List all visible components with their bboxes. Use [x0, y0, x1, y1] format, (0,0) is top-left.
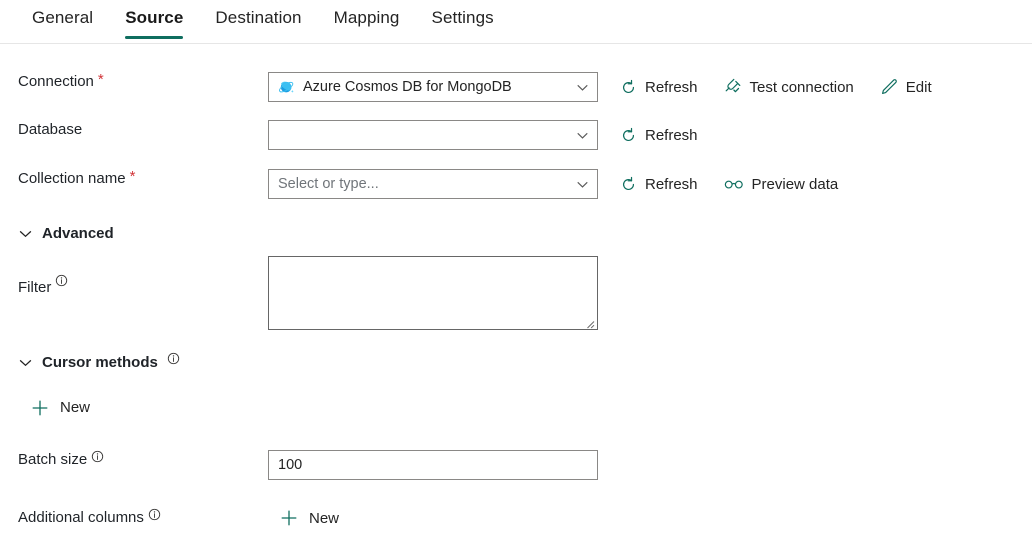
additional-columns-label: Additional columns: [0, 508, 268, 528]
collection-name-row: Collection name * Select or type... Refr…: [0, 169, 1032, 199]
chevron-down-icon: [576, 81, 589, 94]
database-row: Database Refresh: [0, 120, 1032, 150]
plus-icon: [279, 508, 299, 528]
pencil-icon: [880, 78, 898, 96]
connection-refresh-label: Refresh: [645, 78, 698, 96]
collection-name-label-text: Collection name: [18, 170, 126, 187]
connection-control: Azure Cosmos DB for MongoDB Refresh Test…: [268, 72, 1032, 102]
cursor-methods-new-container: New: [0, 398, 268, 418]
cursor-methods-section-header[interactable]: Cursor methods: [0, 352, 1032, 371]
chevron-down-icon: [18, 226, 33, 241]
filter-textarea[interactable]: [268, 256, 598, 330]
chevron-down-icon: [18, 355, 33, 370]
test-connection-button[interactable]: Test connection: [724, 78, 854, 96]
plus-icon: [30, 398, 50, 418]
database-control: Refresh: [268, 120, 1032, 150]
filter-label: Filter: [0, 256, 268, 298]
batch-size-row: Batch size 100: [0, 450, 1032, 480]
resize-grip-icon[interactable]: [583, 316, 595, 329]
cursor-methods-new-row: New: [0, 398, 1032, 424]
additional-columns-new-button[interactable]: New: [279, 508, 339, 528]
connection-actions: Refresh Test connection Edit: [620, 72, 932, 102]
advanced-section-header[interactable]: Advanced: [0, 225, 1032, 242]
connection-dropdown[interactable]: Azure Cosmos DB for MongoDB: [268, 72, 598, 102]
refresh-icon: [620, 127, 637, 144]
edit-connection-button[interactable]: Edit: [880, 78, 932, 96]
batch-size-control: 100: [268, 450, 1032, 480]
collection-name-label: Collection name *: [0, 169, 268, 189]
info-icon[interactable]: [148, 508, 161, 521]
cursor-methods-section-label: Cursor methods: [42, 354, 158, 371]
collection-refresh-label: Refresh: [645, 175, 698, 193]
azure-cosmos-db-icon: [278, 79, 295, 96]
connection-row: Connection * Azure Cosmos DB for MongoDB: [0, 72, 1032, 102]
additional-columns-row: Additional columns New: [0, 508, 1032, 534]
additional-columns-label-text: Additional columns: [18, 509, 144, 526]
preview-data-button[interactable]: Preview data: [724, 175, 839, 193]
collection-name-dropdown[interactable]: Select or type...: [268, 169, 598, 199]
refresh-icon: [620, 176, 637, 193]
database-refresh-label: Refresh: [645, 126, 698, 144]
additional-columns-control: New: [268, 508, 1032, 528]
collection-name-actions: Refresh Preview data: [620, 169, 838, 199]
chevron-down-icon: [576, 178, 589, 191]
connection-refresh-button[interactable]: Refresh: [620, 79, 698, 96]
edit-connection-label: Edit: [905, 78, 932, 96]
advanced-section-label: Advanced: [42, 225, 114, 242]
filter-label-text: Filter: [18, 279, 52, 296]
additional-columns-new-label: New: [309, 509, 340, 527]
chevron-down-icon: [576, 129, 589, 142]
tab-bar: General Source Destination Mapping Setti…: [0, 0, 1032, 44]
connection-value: Azure Cosmos DB for MongoDB: [303, 79, 512, 95]
batch-size-label-text: Batch size: [18, 451, 88, 468]
collection-refresh-button[interactable]: Refresh: [620, 176, 698, 193]
source-form: Connection * Azure Cosmos DB for MongoDB: [0, 44, 1032, 534]
tab-mapping[interactable]: Mapping: [318, 0, 416, 39]
required-asterisk: *: [129, 168, 136, 185]
database-refresh-button[interactable]: Refresh: [620, 127, 698, 144]
collection-name-placeholder: Select or type...: [278, 176, 379, 192]
required-asterisk: *: [97, 71, 104, 88]
collection-name-control: Select or type... Refresh Preview data: [268, 169, 1032, 199]
test-connection-label: Test connection: [749, 78, 854, 96]
filter-control: [268, 256, 1032, 330]
database-actions: Refresh: [620, 120, 698, 150]
preview-data-label: Preview data: [751, 175, 839, 193]
info-icon[interactable]: [167, 352, 180, 365]
tab-general[interactable]: General: [16, 0, 109, 39]
database-label-text: Database: [18, 121, 83, 138]
tab-destination[interactable]: Destination: [199, 0, 317, 39]
tab-settings[interactable]: Settings: [416, 0, 510, 39]
database-label: Database: [0, 120, 268, 140]
refresh-icon: [620, 79, 637, 96]
database-dropdown[interactable]: [268, 120, 598, 150]
cursor-methods-new-button[interactable]: New: [30, 398, 90, 418]
info-icon[interactable]: [55, 274, 68, 287]
connection-label-text: Connection: [18, 73, 94, 90]
batch-size-input[interactable]: 100: [268, 450, 598, 480]
plug-check-icon: [724, 78, 742, 96]
batch-size-label: Batch size: [0, 450, 268, 470]
tab-source[interactable]: Source: [109, 0, 199, 39]
filter-row: Filter: [0, 256, 1032, 330]
glasses-icon: [724, 177, 744, 191]
connection-label: Connection *: [0, 72, 268, 92]
cursor-methods-new-label: New: [60, 399, 91, 416]
info-icon[interactable]: [91, 450, 104, 463]
